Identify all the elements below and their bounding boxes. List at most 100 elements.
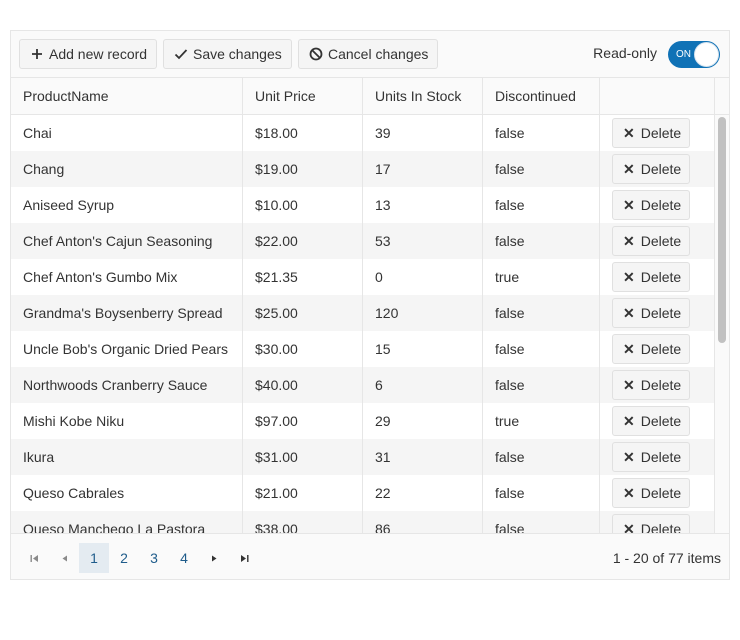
table-row[interactable]: Mishi Kobe Niku $97.00 29 true ✕ Delete — [11, 403, 714, 439]
table-row[interactable]: Uncle Bob's Organic Dried Pears $30.00 15 f… — [11, 331, 714, 367]
cell-command: ✕ Delete — [599, 259, 714, 295]
check-icon — [174, 47, 188, 61]
page-1[interactable]: 1 — [79, 543, 109, 573]
delete-button[interactable]: ✕ Delete — [612, 334, 690, 364]
delete-label: Delete — [640, 197, 682, 213]
table-row[interactable]: Chai $18.00 39 false ✕ Delete — [11, 115, 714, 151]
table-row[interactable]: Queso Cabrales $21.00 22 false ✕ Delete — [11, 475, 714, 511]
cell-units-in-stock: 31 — [362, 439, 482, 475]
cell-units-in-stock: 53 — [362, 223, 482, 259]
table-row[interactable]: Ikura $31.00 31 false ✕ Delete — [11, 439, 714, 475]
cell-unit-price: $40.00 — [242, 367, 362, 403]
grid-pager: 1 2 3 4 1 - 20 of 77 items — [11, 533, 729, 579]
cancel-changes-label: Cancel changes — [328, 46, 429, 62]
cell-product-name: Chef Anton's Cajun Seasoning — [23, 233, 213, 249]
delete-button[interactable]: ✕ Delete — [612, 118, 690, 148]
cell-discontinued: true — [482, 259, 599, 295]
cancel-changes-button[interactable]: Cancel changes — [298, 39, 439, 69]
cell-units-in-stock: 86 — [362, 511, 482, 533]
cell-product-name: Chef Anton's Gumbo Mix — [23, 269, 178, 285]
cell-product-name: Chang — [23, 161, 65, 177]
column-header-productname[interactable]: ProductName — [11, 78, 242, 114]
delete-label: Delete — [640, 485, 682, 501]
table-row[interactable]: Chang $19.00 17 false ✕ Delete — [11, 151, 714, 187]
table-row[interactable]: Grandma's Boysenberry Spread $25.00 120 fal… — [11, 295, 714, 331]
next-page-icon[interactable] — [199, 543, 229, 573]
delete-button[interactable]: ✕ Delete — [612, 442, 690, 472]
delete-button[interactable]: ✕ Delete — [612, 190, 690, 220]
cell-command: ✕ Delete — [599, 475, 714, 511]
delete-button[interactable]: ✕ Delete — [612, 406, 690, 436]
table-row[interactable]: Aniseed Syrup $10.00 13 false ✕ Delete — [11, 187, 714, 223]
table-row[interactable]: Northwoods Cranberry Sauce $40.00 6 false ✕ D… — [11, 367, 714, 403]
cell-units-in-stock: 22 — [362, 475, 482, 511]
cell-unit-price: $19.00 — [242, 151, 362, 187]
delete-button[interactable]: ✕ Delete — [612, 514, 690, 533]
save-changes-button[interactable]: Save changes — [163, 39, 292, 69]
add-new-record-button[interactable]: Add new record — [19, 39, 158, 69]
last-page-icon[interactable] — [229, 543, 259, 573]
pager-info: 1 - 20 of 77 items — [612, 550, 721, 566]
cell-product-name: Uncle Bob's Organic Dried Pears — [23, 341, 228, 357]
delete-button[interactable]: ✕ Delete — [612, 226, 690, 256]
prev-page-icon[interactable] — [49, 543, 79, 573]
cell-product-name: Mishi Kobe Niku — [23, 413, 125, 429]
delete-label: Delete — [640, 413, 682, 429]
cancel-icon — [309, 47, 323, 61]
delete-label: Delete — [640, 521, 682, 533]
cell-unit-price: $25.00 — [242, 295, 362, 331]
cell-units-in-stock: 15 — [362, 331, 482, 367]
vertical-scrollbar[interactable] — [714, 115, 729, 533]
column-header-discontinued[interactable]: Discontinued — [482, 78, 599, 114]
delete-button[interactable]: ✕ Delete — [612, 262, 690, 292]
column-header-unit-price[interactable]: Unit Price — [242, 78, 362, 114]
cell-product-name: Northwoods Cranberry Sauce — [23, 377, 208, 393]
cell-unit-price: $22.00 — [242, 223, 362, 259]
cell-units-in-stock: 6 — [362, 367, 482, 403]
cell-discontinued: false — [482, 295, 599, 331]
scrollbar-thumb[interactable] — [718, 117, 726, 343]
cell-command: ✕ Delete — [599, 367, 714, 403]
close-icon: ✕ — [623, 377, 635, 393]
delete-button[interactable]: ✕ Delete — [612, 298, 690, 328]
cell-product-name: Aniseed Syrup — [23, 197, 115, 213]
delete-label: Delete — [640, 341, 682, 357]
cell-units-in-stock: 0 — [362, 259, 482, 295]
cell-discontinued: false — [482, 187, 599, 223]
cell-discontinued: false — [482, 151, 599, 187]
close-icon: ✕ — [623, 485, 635, 501]
switch-on-label: ON — [676, 49, 691, 60]
cell-discontinued: false — [482, 115, 599, 151]
delete-button[interactable]: ✕ Delete — [612, 154, 690, 184]
cell-unit-price: $30.00 — [242, 331, 362, 367]
delete-button[interactable]: ✕ Delete — [612, 478, 690, 508]
cell-units-in-stock: 39 — [362, 115, 482, 151]
cell-discontinued: false — [482, 475, 599, 511]
cell-command: ✕ Delete — [599, 187, 714, 223]
cell-command: ✕ Delete — [599, 151, 714, 187]
table-row[interactable]: Chef Anton's Gumbo Mix $21.35 0 true ✕ Delete — [11, 259, 714, 295]
data-grid: Add new record Save changes Cancel chang… — [10, 30, 730, 580]
table-row[interactable]: Chef Anton's Cajun Seasoning $22.00 53 fals… — [11, 223, 714, 259]
switch-knob[interactable] — [694, 42, 719, 67]
column-header-units-in-stock[interactable]: Units In Stock — [362, 78, 482, 114]
table-row[interactable]: Queso Manchego La Pastora $38.00 86 false ✕ D… — [11, 511, 714, 533]
column-header-command — [599, 78, 714, 114]
delete-label: Delete — [640, 125, 682, 141]
delete-label: Delete — [640, 233, 682, 249]
cell-unit-price: $31.00 — [242, 439, 362, 475]
cell-discontinued: false — [482, 223, 599, 259]
cell-command: ✕ Delete — [599, 331, 714, 367]
close-icon: ✕ — [623, 341, 635, 357]
page-3[interactable]: 3 — [139, 543, 169, 573]
cell-command: ✕ Delete — [599, 295, 714, 331]
grid-header: ProductName Unit Price Units In Stock Di… — [11, 78, 714, 115]
read-only-switch[interactable]: ON — [668, 41, 720, 68]
page-4[interactable]: 4 — [169, 543, 199, 573]
cell-product-name: Grandma's Boysenberry Spread — [23, 305, 223, 321]
delete-button[interactable]: ✕ Delete — [612, 370, 690, 400]
first-page-icon[interactable] — [19, 543, 49, 573]
close-icon: ✕ — [623, 161, 635, 177]
page-2[interactable]: 2 — [109, 543, 139, 573]
plus-icon — [30, 47, 44, 61]
